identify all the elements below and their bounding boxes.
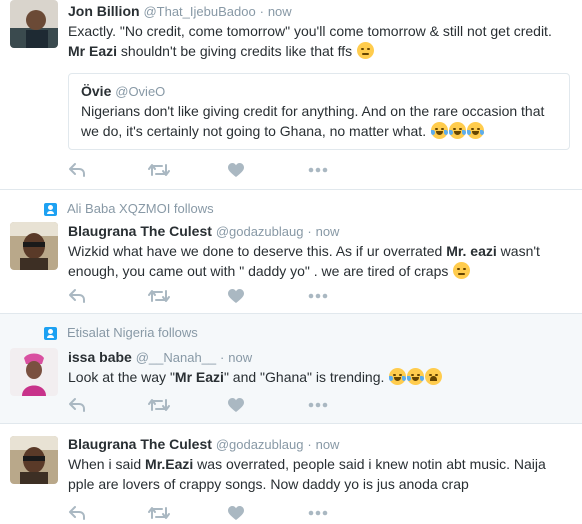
unamused-face-icon <box>357 42 375 59</box>
expressionless-face-icon <box>453 262 471 279</box>
person-icon <box>44 202 57 216</box>
tweet-text: Look at the way "Mr Eazi" and "Ghana" is… <box>68 367 570 387</box>
tweet-header: Jon Billion @That_IjebuBadoo · now <box>68 2 570 20</box>
tears-of-joy-icon <box>407 368 425 385</box>
tweet-text: Exactly. "No credit, come tomorrow" you'… <box>68 21 570 61</box>
author-handle[interactable]: @godazublaug <box>216 224 304 239</box>
author-name[interactable]: Blaugrana The Culest <box>68 223 212 239</box>
more-dots-icon <box>308 167 328 173</box>
reply-button[interactable] <box>68 395 148 415</box>
timestamp[interactable]: now <box>228 350 252 365</box>
social-context-text: Etisalat Nigeria follows <box>67 325 198 340</box>
more-dots-icon <box>308 510 328 516</box>
crying-face-icon <box>425 368 443 385</box>
tweet-text-part: Exactly. "No credit, come tomorrow" you'… <box>68 23 552 39</box>
retweet-button[interactable] <box>148 160 228 180</box>
more-dots-icon <box>308 402 328 408</box>
tweet-text-part: " and "Ghana" is trending. <box>223 369 385 385</box>
highlighted-term: Mr Eazi <box>68 43 118 59</box>
avatar[interactable] <box>10 222 58 270</box>
more-dots-icon <box>308 293 328 299</box>
tweet-text-part: Look at the way " <box>68 369 175 385</box>
separator: · <box>220 350 225 365</box>
heart-icon <box>228 505 244 520</box>
like-button[interactable] <box>228 286 308 306</box>
tweet-actions <box>68 503 388 523</box>
social-context-text: Ali Baba XQZMOI follows <box>67 201 214 216</box>
heart-icon <box>228 162 244 177</box>
tweet[interactable]: Blaugrana The Culest @godazublaug · now … <box>0 424 582 524</box>
tweet-header: issa babe @__Nanah__ · now <box>68 348 570 366</box>
highlighted-term: Mr. eazi <box>446 243 497 259</box>
tweet-actions <box>68 160 388 180</box>
tweet-actions <box>68 395 388 415</box>
like-button[interactable] <box>228 395 308 415</box>
social-context[interactable]: Ali Baba XQZMOI follows <box>44 200 214 218</box>
author-handle[interactable]: @That_IjebuBadoo <box>143 4 255 19</box>
reply-button[interactable] <box>68 286 148 306</box>
quoted-author-handle: @OvieO <box>115 84 166 99</box>
reply-icon <box>69 163 85 177</box>
tears-of-joy-icon <box>448 122 466 139</box>
like-button[interactable] <box>228 160 308 180</box>
separator: · <box>259 4 264 19</box>
author-name[interactable]: issa babe <box>68 349 132 365</box>
tweet-text-part: When i said <box>68 456 146 472</box>
author-name[interactable]: Blaugrana The Culest <box>68 436 212 452</box>
tweet-text: Wizkid what have we done to deserve this… <box>68 241 570 281</box>
heart-icon <box>228 288 244 303</box>
separator: · <box>307 437 312 452</box>
author-name[interactable]: Jon Billion <box>68 3 140 19</box>
avatar[interactable] <box>10 348 58 396</box>
person-icon <box>44 326 57 340</box>
more-button[interactable] <box>308 286 388 306</box>
reply-button[interactable] <box>68 503 148 523</box>
more-button[interactable] <box>308 395 388 415</box>
timestamp[interactable]: now <box>316 224 340 239</box>
avatar[interactable] <box>10 436 58 484</box>
heart-icon <box>228 397 244 412</box>
quoted-tweet[interactable]: Övie @OvieO Nigerians don't like giving … <box>68 73 570 150</box>
reply-icon <box>69 289 85 303</box>
separator: · <box>307 224 312 239</box>
retweet-icon <box>148 507 170 519</box>
tweet-text: When i said Mr.Eazi was overrated, peopl… <box>68 454 570 494</box>
author-handle[interactable]: @__Nanah__ <box>136 350 216 365</box>
reply-button[interactable] <box>68 160 148 180</box>
social-context[interactable]: Etisalat Nigeria follows <box>44 324 198 342</box>
tweet-header: Blaugrana The Culest @godazublaug · now <box>68 222 570 240</box>
retweet-button[interactable] <box>148 395 228 415</box>
tears-of-joy-icon <box>389 368 407 385</box>
tweet-header: Blaugrana The Culest @godazublaug · now <box>68 435 570 453</box>
tweet[interactable]: Etisalat Nigeria follows issa babe @__Na… <box>0 314 582 424</box>
tweet[interactable]: Jon Billion @That_IjebuBadoo · now Exact… <box>0 0 582 190</box>
more-button[interactable] <box>308 160 388 180</box>
more-button[interactable] <box>308 503 388 523</box>
tweet-text-part: Wizkid what have we done to deserve this… <box>68 243 447 259</box>
quoted-text: Nigerians don't like giving credit for a… <box>81 101 557 141</box>
tweet[interactable]: Ali Baba XQZMOI follows Blaugrana The Cu… <box>0 190 582 314</box>
highlighted-term: Mr.Eazi <box>145 456 194 472</box>
avatar[interactable] <box>10 0 58 48</box>
timestamp[interactable]: now <box>316 437 340 452</box>
highlighted-term: Mr Eazi <box>174 369 224 385</box>
retweet-icon <box>148 399 170 411</box>
retweet-button[interactable] <box>148 286 228 306</box>
tweet-text-part: shouldn't be giving credits like that ff… <box>117 43 353 59</box>
quoted-author-name: Övie <box>81 83 112 99</box>
tears-of-joy-icon <box>430 122 448 139</box>
retweet-icon <box>148 164 170 176</box>
author-handle[interactable]: @godazublaug <box>216 437 304 452</box>
timestamp[interactable]: now <box>268 4 292 19</box>
retweet-icon <box>148 290 170 302</box>
reply-icon <box>69 398 85 412</box>
tweet-actions <box>68 286 388 306</box>
reply-icon <box>69 506 85 520</box>
like-button[interactable] <box>228 503 308 523</box>
tears-of-joy-icon <box>466 122 484 139</box>
retweet-button[interactable] <box>148 503 228 523</box>
